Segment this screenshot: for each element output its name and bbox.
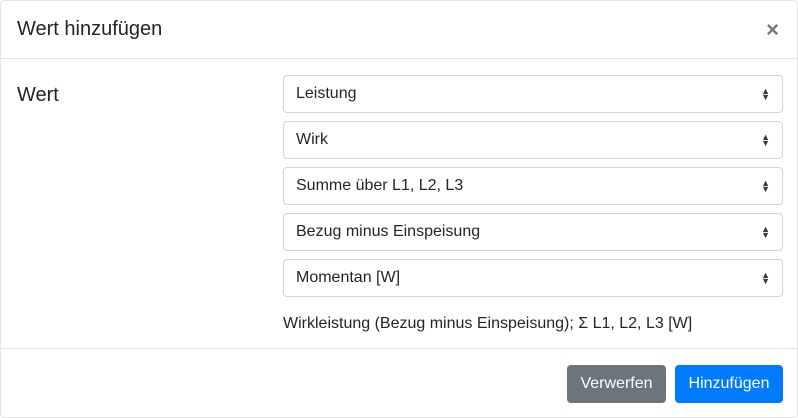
value-label: Wert (17, 84, 59, 106)
dialog-body: Wert Leistung ▲ ▼ Wirk ▲ ▼ Summe über L1, L2… (1, 59, 797, 348)
select-value: Bezug minus Einspeisung (296, 223, 481, 240)
select-value: Summe über L1, L2, L3 (296, 177, 464, 194)
add-button[interactable]: Hinzufügen (675, 365, 783, 403)
dialog-footer: Verwerfen Hinzufügen (1, 348, 797, 418)
select-value: Leistung (296, 85, 357, 102)
chevron-updown-icon: ▲ ▼ (761, 132, 770, 148)
value-description: Wirkleistung (Bezug minus Einspeisung); … (283, 315, 693, 332)
select-phase[interactable]: Summe über L1, L2, L3 ▲ ▼ (283, 167, 783, 205)
select-type[interactable]: Wirk ▲ ▼ (283, 121, 783, 159)
dialog-header: Wert hinzufügen × (1, 1, 797, 59)
chevron-updown-icon: ▲ ▼ (761, 86, 770, 102)
chevron-updown-icon: ▲ ▼ (761, 224, 770, 240)
close-icon[interactable]: × (766, 17, 779, 43)
select-value: Wirk (296, 131, 328, 148)
select-value: Momentan [W] (296, 269, 401, 286)
dialog-title: Wert hinzufügen (17, 18, 163, 40)
select-quantity[interactable]: Leistung ▲ ▼ (283, 75, 783, 113)
select-unit[interactable]: Momentan [W] ▲ ▼ (283, 259, 783, 297)
discard-button[interactable]: Verwerfen (567, 365, 666, 403)
select-direction[interactable]: Bezug minus Einspeisung ▲ ▼ (283, 213, 783, 251)
add-value-dialog: Wert hinzufügen × Wert Leistung ▲ ▼ Wirk ▲ ▼… (0, 0, 798, 418)
chevron-updown-icon: ▲ ▼ (761, 270, 770, 286)
chevron-updown-icon: ▲ ▼ (761, 178, 770, 194)
